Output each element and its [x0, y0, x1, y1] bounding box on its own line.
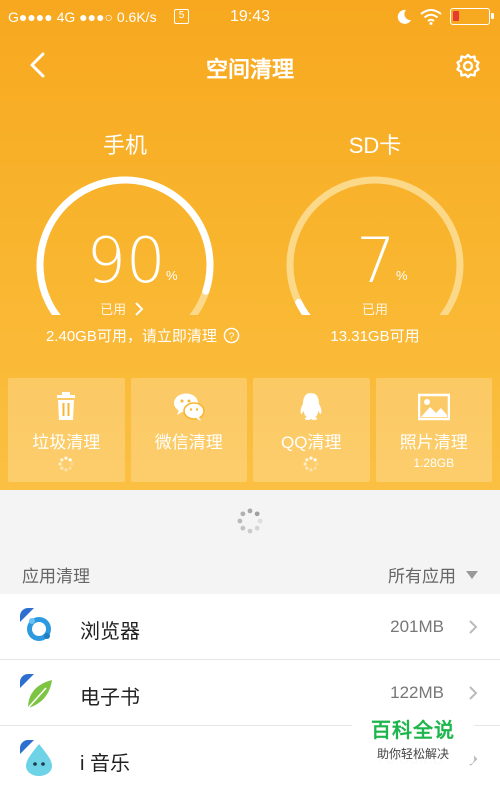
sd-available-text: 13.31GB可用 — [330, 328, 420, 345]
nav-bar: 空间清理 — [0, 44, 500, 88]
wifi-icon — [420, 8, 442, 25]
watermark-subtitle: 助你轻松解决 — [376, 747, 449, 761]
battery-icon — [450, 8, 494, 25]
app-name: 电子书 — [80, 687, 140, 709]
cleanup-tiles: 垃圾清理 微信清理 QQ清理 照片清理 1.28GB — [8, 378, 492, 482]
storage-summary-panel: G●●●● 4G ●●●○ 0.6K/s 5 19:43 空间清理 手机 90 … — [0, 0, 500, 490]
tile-label: 垃圾清理 — [32, 433, 101, 452]
app-name: 浏览器 — [80, 621, 140, 643]
sd-percent-sign: % — [396, 268, 408, 283]
chevron-right-icon — [469, 686, 478, 700]
tile-label: 照片清理 — [399, 433, 468, 452]
phone-used-percent: 90 — [86, 224, 166, 297]
app-size: 201MB — [390, 617, 444, 636]
app-row-browser[interactable]: 浏览器 201MB — [0, 594, 500, 660]
trash-icon — [57, 392, 76, 420]
loading-spinner-icon — [303, 456, 319, 472]
loading-spinner-icon — [58, 456, 74, 472]
caret-down-icon — [466, 570, 478, 579]
watermark-title: 百科全说 — [371, 720, 455, 742]
tile-photo-cleanup[interactable]: 照片清理 1.28GB — [375, 378, 492, 482]
phone-used-link[interactable]: 已用 — [62, 299, 182, 318]
sd-used-percent: 7 — [356, 224, 396, 297]
chevron-right-icon — [469, 620, 478, 634]
tile-junk-cleanup[interactable]: 垃圾清理 — [8, 378, 125, 482]
watermark-logo: 百科全说 助你轻松解决 — [352, 708, 474, 764]
music-app-icon — [20, 740, 58, 778]
tile-label: 微信清理 — [154, 433, 223, 452]
moon-icon — [397, 9, 411, 24]
help-icon[interactable]: ? — [223, 327, 240, 344]
tile-label: QQ清理 — [281, 433, 342, 452]
page-title: 空间清理 — [205, 57, 294, 82]
tile-photo-size: 1.28GB — [413, 456, 455, 470]
tile-wechat-cleanup[interactable]: 微信清理 — [130, 378, 247, 482]
app-size: 122MB — [390, 683, 444, 702]
browser-app-icon — [20, 608, 58, 646]
app-cleanup-header: 应用清理 所有应用 — [0, 552, 500, 592]
phone-storage-label: 手机 — [102, 133, 147, 158]
sd-used-label: 已用 — [361, 302, 388, 317]
gear-icon[interactable] — [454, 52, 482, 80]
phone-available-label: 2.40GB可用，请立即清理 — [45, 328, 217, 345]
filter-label: 所有应用 — [388, 567, 456, 586]
chevron-right-icon — [135, 302, 144, 316]
phone-percent-sign: % — [166, 268, 178, 283]
section-title: 应用清理 — [22, 567, 90, 586]
svg-text:?: ? — [229, 331, 235, 342]
status-bar: G●●●● 4G ●●●○ 0.6K/s 5 19:43 — [0, 0, 500, 36]
phone-available-text[interactable]: 2.40GB可用，请立即清理 ? — [28, 325, 258, 346]
photo-icon — [417, 393, 450, 421]
wechat-icon — [173, 393, 205, 421]
loading-spinner-icon — [237, 508, 263, 534]
tile-qq-cleanup[interactable]: QQ清理 — [253, 378, 370, 482]
qq-icon — [300, 393, 322, 420]
app-filter-dropdown[interactable]: 所有应用 — [388, 562, 478, 587]
ebook-app-icon — [20, 674, 58, 712]
sd-storage-label: SD卡 — [348, 133, 402, 158]
app-name: i 音乐 — [80, 753, 130, 775]
phone-used-label: 已用 — [100, 302, 127, 317]
